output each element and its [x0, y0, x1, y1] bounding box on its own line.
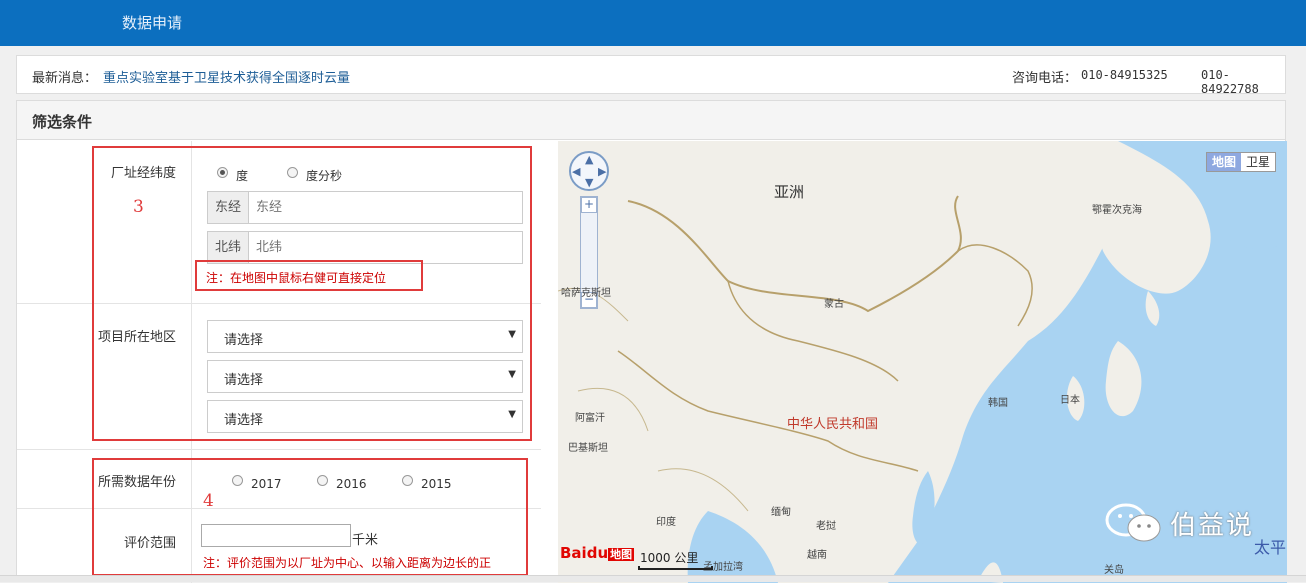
pan-right-icon[interactable]: ▶ [598, 165, 606, 178]
map-type-map-button[interactable]: 地图 [1206, 153, 1241, 171]
highlight-box-note [195, 260, 423, 291]
map-label-pakistan: 巴基斯坦 [568, 443, 608, 454]
news-label: 最新消息： [32, 71, 98, 86]
map-label-myanmar: 缅甸 [771, 507, 791, 518]
map-pan-control[interactable]: ▲ ◀ ▶ ▼ [569, 151, 609, 191]
map-label-pacific: 太平 [1254, 538, 1287, 557]
map-label-mongolia: 蒙古 [824, 299, 844, 310]
map-label-okhotsk: 鄂霍次克海 [1092, 205, 1142, 216]
map-scale-label: 1000 公里 [640, 551, 699, 565]
map-type-switch: 地图 卫星 [1205, 152, 1276, 172]
highlight-box-4 [92, 458, 528, 576]
zoom-in-icon[interactable]: + [581, 197, 597, 213]
map-label-vietnam: 越南 [807, 550, 827, 561]
map-scale-bar [638, 566, 713, 570]
filter-title: 筛选条件 [32, 113, 93, 131]
filter-panel-header: 筛选条件 [17, 101, 1285, 140]
map-label-guam: 关岛 [1104, 565, 1124, 576]
map-label-asia: 亚洲 [774, 183, 805, 201]
news-bar: 最新消息： 重点实验室基于卫星技术获得全国逐时云量 咨询电话： 010-8491… [16, 55, 1286, 94]
map-label-china: 中华人民共和国 [787, 417, 879, 432]
bottom-strip [0, 575, 1306, 582]
map-label-laos: 老挝 [816, 521, 836, 532]
phone-label: 咨询电话： [1012, 71, 1078, 86]
pan-up-icon[interactable]: ▲ [585, 153, 593, 166]
page-title[interactable]: 数据申请 [122, 12, 182, 33]
map-label-india: 印度 [656, 517, 676, 528]
watermark-text: 伯益说 [1170, 511, 1255, 541]
top-nav-bar: 数据申请 [0, 0, 1306, 46]
map-label-korea: 韩国 [988, 398, 1008, 409]
map-label-japan: 日本 [1060, 395, 1080, 406]
phone-number-1: 010-84915325 [1081, 68, 1168, 82]
map-label-kazakh: 哈萨克斯坦 [561, 288, 611, 299]
baidu-logo: Baidu 地图 [560, 544, 635, 562]
highlight-box-3 [92, 146, 532, 441]
annotation-4: 4 [203, 491, 214, 511]
map-type-satellite-button[interactable]: 卫星 [1241, 153, 1275, 171]
map-label-afghanistan: 阿富汗 [575, 413, 605, 424]
wechat-icon [1105, 503, 1161, 542]
phone-number-2: 010-84922788 [1201, 68, 1259, 94]
pan-left-icon[interactable]: ◀ [572, 165, 580, 178]
pan-down-icon[interactable]: ▼ [585, 176, 593, 189]
news-headline-link[interactable]: 重点实验室基于卫星技术获得全国逐时云量 [103, 67, 350, 86]
annotation-3: 3 [133, 197, 144, 217]
